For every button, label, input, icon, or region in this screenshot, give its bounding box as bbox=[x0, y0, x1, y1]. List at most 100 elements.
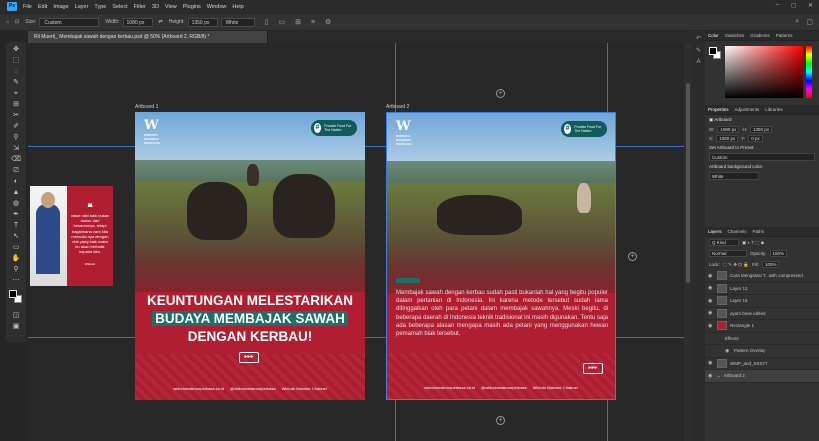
artboard-tool-icon[interactable]: ⊡ bbox=[15, 19, 19, 25]
filter-icons[interactable]: ▣ ◐ T ⬚ ◆ bbox=[742, 240, 764, 246]
layer-row[interactable]: ◉ WMP_and_SSS77 bbox=[705, 358, 819, 370]
stamp-tool-icon[interactable]: ⌫ bbox=[9, 154, 23, 165]
eye-icon[interactable]: ◉ bbox=[708, 373, 714, 379]
tab-layers[interactable]: Layers bbox=[708, 229, 722, 234]
menu-filter[interactable]: Filter bbox=[134, 4, 146, 10]
menu-help[interactable]: Help bbox=[232, 4, 243, 10]
menu-type[interactable]: Type bbox=[94, 4, 106, 10]
menu-edit[interactable]: Edit bbox=[38, 4, 47, 10]
character-icon[interactable]: A bbox=[696, 59, 700, 65]
add-artboard-top-icon[interactable]: + bbox=[496, 89, 505, 98]
menu-3d[interactable]: 3D bbox=[152, 4, 159, 10]
path-select-tool-icon[interactable]: ↖ bbox=[9, 231, 23, 242]
app-logo[interactable]: Ps bbox=[7, 2, 17, 11]
x-field[interactable]: 1080 px bbox=[716, 135, 739, 142]
rectangle-tool-icon[interactable]: ▭ bbox=[9, 242, 23, 253]
menu-plugins[interactable]: Plugins bbox=[183, 4, 201, 10]
healing-tool-icon[interactable]: ⚲ bbox=[9, 132, 23, 143]
scrollbar-thumb[interactable] bbox=[686, 83, 690, 283]
menu-image[interactable]: Image bbox=[53, 4, 68, 10]
add-artboard-right-icon[interactable]: + bbox=[628, 252, 637, 261]
move-tool-icon[interactable]: ✥ bbox=[9, 44, 23, 55]
layer-row[interactable]: ◉ Layer 15 bbox=[705, 295, 819, 308]
layer-effects-row[interactable]: Effects bbox=[705, 333, 819, 345]
crop-tool-icon[interactable]: ⌖ bbox=[9, 88, 23, 99]
tab-swatches[interactable]: Swatches bbox=[725, 33, 745, 38]
menu-file[interactable]: File bbox=[23, 4, 32, 10]
layer-effect-row[interactable]: ◉ Pattern Overlay bbox=[705, 345, 819, 358]
fill-field[interactable]: 100% bbox=[761, 261, 780, 268]
saturation-field[interactable] bbox=[725, 46, 803, 98]
minimize-button[interactable]: – bbox=[776, 2, 779, 9]
eye-icon[interactable]: ◉ bbox=[708, 273, 714, 279]
vertical-scrollbar[interactable] bbox=[684, 43, 692, 441]
menu-view[interactable]: View bbox=[165, 4, 177, 10]
more-tools-icon[interactable]: ⋯ bbox=[9, 275, 23, 286]
history-icon[interactable]: ↶ bbox=[696, 35, 701, 42]
background-select[interactable]: White bbox=[220, 17, 255, 27]
add-artboard-bottom-icon[interactable]: + bbox=[496, 416, 505, 425]
brush-tool-icon[interactable]: ⇲ bbox=[9, 143, 23, 154]
lock-icons[interactable]: ⬚ ✎ ✥ ⊡ 🔒 bbox=[723, 262, 749, 268]
dodge-tool-icon[interactable]: ◍ bbox=[9, 198, 23, 209]
size-select[interactable]: Custom bbox=[39, 17, 100, 27]
kind-filter[interactable]: Q Kind bbox=[709, 239, 739, 246]
marquee-tool-icon[interactable]: ⬚ bbox=[9, 55, 23, 66]
tab-patterns[interactable]: Patterns bbox=[776, 33, 793, 38]
hue-slider[interactable] bbox=[806, 46, 812, 98]
menu-layer[interactable]: Layer bbox=[75, 4, 89, 10]
foreground-color-swatch[interactable] bbox=[9, 290, 17, 298]
h-field[interactable]: 1350 px bbox=[749, 126, 772, 133]
quick-select-tool-icon[interactable]: ✎ bbox=[9, 77, 23, 88]
tab-adjustments[interactable]: Adjustments bbox=[735, 107, 760, 112]
color-swatches[interactable] bbox=[9, 290, 23, 304]
home-icon[interactable]: ⌂ bbox=[6, 19, 9, 25]
bg-color-select[interactable]: White bbox=[709, 172, 759, 180]
eye-icon[interactable]: ◉ bbox=[708, 323, 714, 329]
canvas-area[interactable]: Artboard 1 Artboard 2 + + + ❝ value nila… bbox=[28, 43, 692, 441]
eye-icon[interactable]: ◉ bbox=[708, 285, 714, 291]
menu-window[interactable]: Window bbox=[207, 4, 227, 10]
artboard-1[interactable]: W WIDODO MAKMUR PERKASA # Provide Food Fo… bbox=[135, 112, 365, 400]
search-icon[interactable]: ⌕ bbox=[795, 18, 799, 26]
y-field[interactable]: 0 px bbox=[748, 135, 763, 142]
layer-row[interactable]: ◉ ayam bese edited bbox=[705, 308, 819, 320]
preset-select[interactable]: Custom bbox=[709, 153, 815, 161]
artboard2-label[interactable]: Artboard 2 bbox=[386, 104, 409, 110]
tab-color[interactable]: Color bbox=[708, 33, 719, 38]
lasso-tool-icon[interactable]: ◌ bbox=[9, 66, 23, 77]
pen-tool-icon[interactable]: ✒ bbox=[9, 209, 23, 220]
eye-icon[interactable]: ◉ bbox=[708, 298, 714, 304]
height-field[interactable]: 1350 px bbox=[187, 17, 218, 27]
chevron-down-icon[interactable]: ⌄ bbox=[717, 373, 721, 379]
swap-icon[interactable]: ⇄ bbox=[159, 19, 163, 25]
tab-paths[interactable]: Paths bbox=[753, 229, 765, 234]
foreground-color-swatch[interactable] bbox=[709, 47, 717, 55]
color-picker[interactable] bbox=[705, 41, 819, 105]
type-tool-icon[interactable]: T bbox=[9, 220, 23, 231]
blend-mode-select[interactable]: Normal bbox=[709, 250, 747, 257]
tab-gradients[interactable]: Gradients bbox=[750, 33, 770, 38]
gradient-tool-icon[interactable]: ▲ bbox=[9, 187, 23, 198]
settings-icon[interactable]: ⚙ bbox=[325, 18, 331, 26]
eraser-tool-icon[interactable]: ◐ bbox=[9, 176, 23, 187]
w-field[interactable]: 1080 px bbox=[717, 126, 740, 133]
layer-row[interactable]: ◉ Rectangle 1 bbox=[705, 320, 819, 333]
frame-tool-icon[interactable]: ⊞ bbox=[9, 99, 23, 110]
maximize-button[interactable]: ◻ bbox=[791, 2, 796, 9]
quote-card[interactable]: ❝ value nilai baik bukan diukur dari bes… bbox=[30, 186, 113, 286]
eye-icon[interactable]: ◉ bbox=[708, 360, 714, 366]
tab-properties[interactable]: Properties bbox=[708, 107, 729, 112]
width-field[interactable]: 1080 px bbox=[122, 17, 153, 27]
tab-channels[interactable]: Channels bbox=[728, 229, 747, 234]
slice-tool-icon[interactable]: ✂ bbox=[9, 110, 23, 121]
landscape-icon[interactable]: ▭ bbox=[278, 18, 285, 26]
layer-row[interactable]: ◉ Cara Mengatasi T...with compressed bbox=[705, 270, 819, 283]
quick-mask-icon[interactable]: ◫ bbox=[9, 310, 23, 321]
zoom-tool-icon[interactable]: ⚲ bbox=[9, 264, 23, 275]
eye-icon[interactable]: ◉ bbox=[725, 348, 731, 354]
opacity-field[interactable]: 100% bbox=[769, 250, 788, 257]
tab-libraries[interactable]: Libraries bbox=[765, 107, 782, 112]
portrait-icon[interactable]: ▯ bbox=[265, 18, 269, 26]
artboard-2[interactable]: W WIDODO MAKMUR PERKASA # Provide Food Fo… bbox=[386, 112, 616, 400]
